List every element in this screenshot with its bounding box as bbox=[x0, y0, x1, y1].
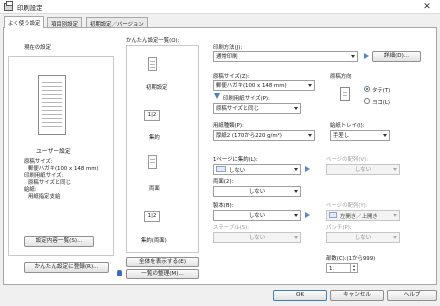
page-order-label: ページの配列(V): bbox=[326, 157, 368, 163]
preset-nup-duplex-icon: 1|2 bbox=[144, 211, 160, 222]
tab-frequent[interactable]: よく使う設定 bbox=[4, 16, 45, 28]
portrait-label: タテ(T) bbox=[372, 88, 391, 94]
pages-per-sheet-label: 1ページに集約(L): bbox=[213, 157, 258, 163]
chevron-down-icon bbox=[351, 55, 355, 58]
duplex-label: 両面(2): bbox=[213, 179, 234, 185]
cancel-button[interactable]: キャンセル bbox=[330, 290, 384, 301]
layout-icon bbox=[216, 166, 226, 172]
staple-label: ステープル(S): bbox=[213, 225, 250, 231]
landscape-label: ヨコ(L) bbox=[372, 100, 390, 106]
pages-per-sheet-select[interactable]: しない bbox=[213, 164, 301, 175]
binding-order-label: ページの配列(Y): bbox=[326, 203, 368, 209]
copies-label: 部数(C):(1から999) bbox=[326, 256, 376, 262]
punch-label: パンチ(P): bbox=[326, 225, 352, 231]
binding-select[interactable]: しない bbox=[213, 210, 301, 221]
preset-default-icon bbox=[148, 57, 157, 71]
chevron-down-icon bbox=[308, 134, 312, 137]
preset-item[interactable]: 集約(両面) bbox=[141, 236, 167, 244]
orientation-preview bbox=[340, 87, 350, 101]
original-size-select[interactable]: 郵便ハガキ(100 x 148 mm) bbox=[213, 80, 315, 91]
tray-select[interactable]: 手差し bbox=[330, 130, 390, 141]
spinner-icon[interactable]: ▴ ▾ bbox=[350, 264, 357, 272]
ok-button[interactable]: OK bbox=[273, 290, 327, 301]
paper-type-label: 用紙種類(P): bbox=[213, 123, 244, 129]
user-icon bbox=[117, 270, 122, 276]
original-size-value: 郵便ハガキ(100 x 148 mm) bbox=[216, 83, 287, 89]
tray-label: 給紙トレイ(I): bbox=[330, 123, 365, 129]
chevron-down-icon bbox=[294, 214, 298, 217]
copies-input[interactable]: 1 ▴ ▾ bbox=[326, 263, 358, 273]
punch-value: しない bbox=[354, 235, 372, 241]
preset-duplex-icon bbox=[148, 155, 157, 169]
preset-nup-icon: 1|2 bbox=[144, 110, 160, 121]
chevron-down-icon bbox=[393, 214, 397, 217]
chevron-down-icon bbox=[383, 134, 387, 137]
arrow-right-icon bbox=[364, 53, 369, 59]
portrait-radio[interactable] bbox=[364, 86, 370, 92]
chevron-down-icon bbox=[294, 190, 298, 193]
binding-order-value: 左開き／上開き bbox=[340, 214, 378, 220]
paper-size-select[interactable]: 原稿サイズと同じ bbox=[213, 103, 301, 114]
page-order-value: しない bbox=[354, 167, 372, 173]
current-settings-label: 現在の設定 bbox=[24, 45, 51, 51]
chevron-down-icon bbox=[393, 168, 397, 171]
print-method-label: 印刷方法(J): bbox=[213, 45, 243, 51]
print-method-select[interactable]: 通常印刷 bbox=[213, 51, 358, 62]
pages-per-sheet-value: しない bbox=[229, 168, 246, 174]
chevron-down-icon bbox=[294, 107, 298, 110]
print-method-value: 通常印刷 bbox=[216, 54, 238, 60]
preset-item[interactable]: 初期設定 bbox=[146, 83, 168, 91]
staple-select[interactable]: しない bbox=[213, 232, 301, 243]
document-preview bbox=[38, 75, 66, 135]
orientation-label: 原稿方向 bbox=[330, 74, 352, 80]
binding-label: 製本(B): bbox=[213, 203, 234, 209]
register-preset-button[interactable]: かんたん設定に登録(R)... bbox=[24, 262, 109, 273]
chevron-down-icon bbox=[393, 236, 397, 239]
original-size-label: 原稿サイズ(Z): bbox=[213, 74, 250, 80]
down-arrow-icon bbox=[214, 93, 220, 99]
chevron-down-icon bbox=[294, 168, 298, 171]
title-bar bbox=[0, 0, 440, 14]
copies-value: 1 bbox=[329, 266, 333, 272]
arrow-right-icon bbox=[305, 212, 310, 218]
chevron-down-icon bbox=[294, 236, 298, 239]
staple-value: しない bbox=[248, 235, 266, 241]
binding-value: しない bbox=[248, 213, 266, 219]
preset-item[interactable]: 集約 bbox=[149, 133, 160, 141]
book-icon bbox=[329, 212, 337, 218]
settings-list-button[interactable]: 設定内容一覧(S)... bbox=[24, 236, 94, 247]
tray-value: 手差し bbox=[333, 133, 350, 139]
paper-size-label: 印刷用紙サイズ(P): bbox=[223, 96, 270, 102]
paper-type-value: 厚紙2 (170から220 g/m²) bbox=[216, 133, 282, 139]
duplex-select[interactable]: しない bbox=[213, 186, 301, 197]
show-all-button[interactable]: 全体を表示する(E) bbox=[126, 257, 199, 267]
detail-line: 用紙指定支給 bbox=[28, 194, 61, 200]
presets-list[interactable] bbox=[126, 45, 199, 253]
punch-select[interactable]: しない bbox=[326, 232, 400, 243]
landscape-radio[interactable] bbox=[364, 98, 370, 104]
chevron-down-icon bbox=[308, 84, 312, 87]
page-order-select[interactable]: しない bbox=[326, 164, 400, 175]
window-title: 印刷設定 bbox=[17, 4, 43, 12]
binding-order-select[interactable]: 左開き／上開き bbox=[326, 210, 400, 221]
duplex-value: しない bbox=[248, 189, 266, 195]
presets-label: かんたん設定一覧(O): bbox=[126, 38, 180, 44]
preset-item[interactable]: 両面 bbox=[149, 184, 160, 192]
close-icon[interactable]: ✕ bbox=[420, 2, 434, 12]
paper-type-select[interactable]: 厚紙2 (170から220 g/m²) bbox=[213, 130, 315, 141]
paper-size-value: 原稿サイズと同じ bbox=[216, 106, 259, 112]
help-button[interactable]: ヘルプ bbox=[387, 290, 437, 301]
arrow-right-icon bbox=[305, 166, 310, 172]
organize-button[interactable]: 一覧の整理(M)... bbox=[126, 269, 199, 279]
details-button[interactable]: 詳細(D)... bbox=[372, 51, 421, 62]
current-heading: ユーザー設定 bbox=[36, 149, 71, 155]
printer-icon bbox=[4, 1, 13, 11]
